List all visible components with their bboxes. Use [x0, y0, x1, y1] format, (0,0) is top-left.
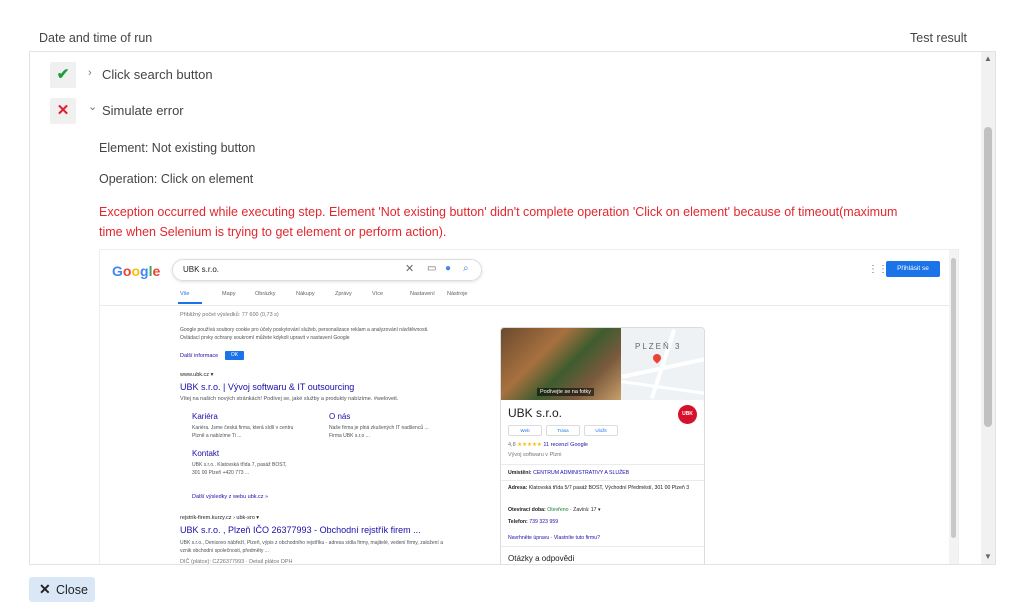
shot-cookie-more: Další informace — [180, 353, 219, 359]
shot-kp-rating: 4,8 ★★★★★ 11 recenzí Google — [508, 442, 588, 448]
shot-sublink-title: Kontakt — [192, 449, 220, 458]
check-icon: ✔ — [50, 62, 76, 88]
close-button[interactable]: ✕ Close — [29, 577, 95, 602]
google-logo: Google — [112, 263, 161, 279]
ubk-logo: UBK — [678, 405, 697, 424]
active-tab-indicator — [178, 302, 202, 304]
shot-kp-qa: Otázky a odpovědi — [508, 554, 575, 563]
shot-divider — [100, 305, 951, 306]
shot-kp-address: Adresa: Klatovská třída 5/7 pasáž BOST, … — [508, 485, 690, 491]
shot-result1-title: UBK s.r.o. | Vývoj softwaru & IT outsour… — [180, 382, 355, 392]
shot-kp-map-city: PLZEŇ 3 — [635, 342, 682, 351]
shot-search-query: UBK s.r.o. — [183, 265, 220, 274]
shot-kp-save-button: Uložit — [584, 425, 618, 436]
shot-signin-button: Přihlásit se — [886, 261, 940, 277]
shot-result1-more: Další výsledky z webu ubk.cz » — [192, 494, 269, 500]
shot-tab-shopping: Nákupy — [296, 291, 315, 297]
keyboard-icon: ▭ — [427, 263, 437, 274]
results-header: Date and time of run Test result — [0, 0, 1024, 50]
shot-kp-photo-caption: Podívejte se na fotky — [537, 388, 595, 396]
step-simulate-error[interactable]: ✕ ⌄ Simulate error — [50, 98, 950, 124]
shot-tab-more: Více — [372, 291, 384, 297]
detail-element: Element: Not existing button — [99, 141, 256, 155]
shot-search-box: UBK s.r.o. ✕ ▭ ● ⌕ — [172, 259, 482, 281]
shot-kp-location: Umístění: CENTRUM ADMINISTRATIVY A SLUŽE… — [508, 470, 630, 476]
shot-scrollbar — [949, 250, 958, 564]
shot-cookie-notice: Google používá soubory cookie pro účely … — [180, 327, 429, 341]
shot-tab-news: Zprávy — [335, 291, 352, 297]
shot-result1-snippet: Vítej na našich nových stránkách! Podíve… — [180, 396, 399, 402]
scroll-up-icon[interactable]: ▲ — [981, 52, 995, 66]
shot-result2-title: UBK s.r.o. , Plzeň IČO 26377993 - Obchod… — [180, 525, 421, 535]
shot-kp-photo: Podívejte se na fotky — [501, 328, 621, 400]
shot-result1-url: www.ubk.cz ▾ — [180, 372, 214, 378]
shot-result2-url: rejstrik-firem.kurzy.cz › ubk-sro ▾ — [180, 515, 260, 521]
shot-result-count: Přibližný počet výsledků: 77 600 (0,73 s… — [180, 312, 279, 318]
step-click-search-button[interactable]: ✔ › Click search button — [50, 62, 950, 88]
star-icons: ★★★★★ — [517, 442, 542, 448]
shot-sublink-text: UBK s.r.o.. Klatovská třída 7, pasáž BOS… — [192, 462, 287, 476]
scrollbar-thumb[interactable] — [984, 127, 992, 427]
header-date-time: Date and time of run — [39, 31, 153, 45]
shot-tab-tools: Nástroje — [447, 291, 468, 297]
search-icon: ⌕ — [463, 263, 469, 274]
shot-sublink-title: O nás — [329, 412, 351, 421]
step-label[interactable]: Simulate error — [102, 103, 184, 118]
shot-sublink-title: Kariéra — [192, 412, 218, 421]
steps-panel: ✔ › Click search button ✕ ⌄ Simulate err… — [29, 51, 996, 565]
close-icon: ✕ — [39, 581, 51, 597]
panel-scrollbar[interactable]: ▲ ▼ — [981, 52, 995, 564]
shot-tab-settings: Nastavení — [410, 291, 435, 297]
chevron-down-icon[interactable]: ⌄ — [88, 100, 97, 113]
shot-kp-hours: Otevírací doba: Otevřeno · Zavírá: 17 ▾ — [508, 507, 601, 513]
shot-sublink-text: Kariéra. Jsme česká firma, která sídlí v… — [192, 425, 294, 439]
header-test-result: Test result — [910, 31, 967, 45]
shot-kp-category: Vývoj softwaru v Plzni — [508, 452, 562, 458]
shot-cookie-ok: OK — [225, 351, 244, 360]
shot-sublink-text: Naše firma je plná zkušených IT nadšenců… — [329, 425, 429, 439]
detail-operation: Operation: Click on element — [99, 172, 254, 186]
shot-kp-name: UBK s.r.o. — [508, 406, 563, 420]
shot-kp-route-button: Trasa — [546, 425, 580, 436]
microphone-icon: ● — [445, 263, 452, 274]
scroll-down-icon[interactable]: ▼ — [981, 550, 995, 564]
cross-icon: ✕ — [50, 98, 76, 124]
shot-kp-web-button: Web — [508, 425, 542, 436]
chevron-right-icon[interactable]: › — [88, 67, 92, 79]
shot-tab-maps: Mapy — [222, 291, 236, 297]
clear-icon: ✕ — [405, 263, 415, 275]
error-message: Exception occurred while executing step.… — [99, 205, 898, 239]
shot-tab-all: Vše — [180, 291, 190, 297]
shot-tab-images: Obrázky — [255, 291, 276, 297]
close-button-label: Close — [56, 583, 88, 597]
shot-kp-phone: Telefon: 739 323 959 — [508, 519, 559, 525]
shot-kp-edit-links: Navrhněte úpravu · Vlastníte tuto firmu? — [508, 535, 600, 541]
failure-screenshot: Google UBK s.r.o. ✕ ▭ ● ⌕ ⋮⋮⋮ Přihlásit … — [99, 249, 959, 565]
shot-knowledge-panel: Podívejte se na fotky PLZEŇ 3 UBK s.r.o.… — [500, 327, 705, 564]
step-label[interactable]: Click search button — [102, 67, 213, 82]
shot-kp-map: PLZEŇ 3 — [621, 328, 704, 400]
shot-result2-extra: DIČ (plátce): CZ26377993 · Detail plátce… — [180, 559, 293, 565]
shot-result2-snippet: UBK s.r.o., Denisovo nábřeží, Plzeň, výp… — [180, 540, 443, 554]
